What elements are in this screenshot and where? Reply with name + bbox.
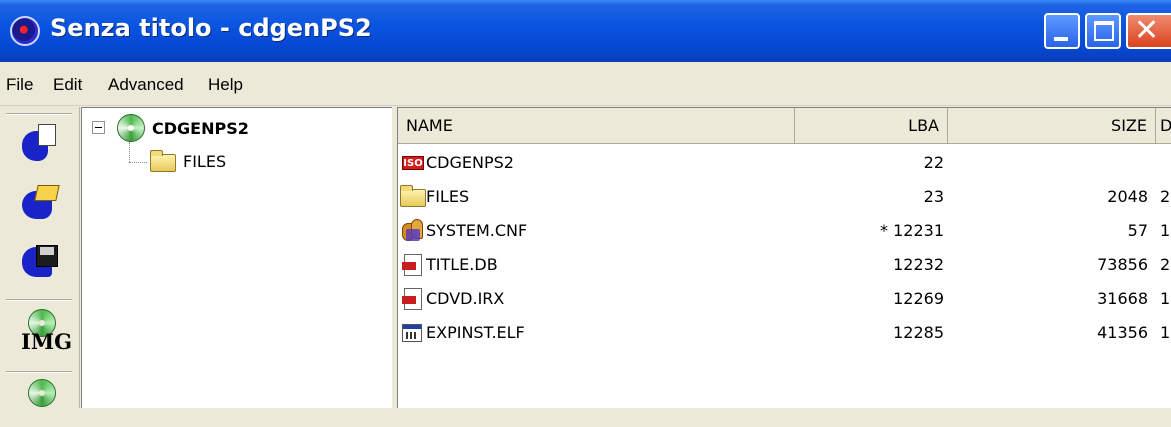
- collapse-toggle-icon[interactable]: [92, 121, 105, 134]
- maximize-button[interactable]: [1085, 13, 1121, 49]
- executable-icon: [402, 324, 422, 342]
- row-size: [948, 146, 1148, 180]
- save-project-button[interactable]: [10, 235, 70, 285]
- config-icon: [402, 219, 424, 243]
- row-name: EXPINST.ELF: [426, 323, 525, 342]
- row-lba: 12269: [893, 289, 944, 308]
- app-cd-icon[interactable]: [10, 16, 40, 46]
- config-icon-part: [406, 229, 420, 241]
- img-label: IMG: [21, 329, 73, 354]
- minimize-button[interactable]: [1044, 13, 1080, 49]
- row-d: 1: [1160, 323, 1171, 342]
- tree-root-label[interactable]: CDGENPS2: [152, 119, 249, 138]
- row-name: CDGENPS2: [426, 153, 514, 172]
- column-header-size[interactable]: SIZE: [948, 108, 1156, 144]
- row-lba: 12232: [893, 255, 944, 274]
- menu-bar: File Edit Advanced Help: [0, 62, 1171, 106]
- close-button[interactable]: ✕: [1126, 13, 1171, 49]
- floppy-label-icon: [40, 247, 54, 255]
- row-size: 2048: [1107, 187, 1148, 206]
- row-lba: 12285: [893, 323, 944, 342]
- menu-advanced[interactable]: Advanced: [108, 75, 184, 95]
- row-name: CDVD.IRX: [426, 289, 505, 308]
- new-project-button[interactable]: [10, 119, 70, 169]
- toolbar-separator: [6, 113, 72, 115]
- row-size: 31668: [1097, 289, 1148, 308]
- row-lba: * 12231: [880, 221, 944, 240]
- burn-cd-icon: [28, 379, 56, 407]
- row-size: 41356: [1097, 323, 1148, 342]
- iso-icon: ISO: [402, 156, 424, 170]
- close-icon: ✕: [1134, 13, 1160, 48]
- row-lba: 22: [923, 153, 944, 172]
- file-icon: [402, 288, 422, 310]
- file-list[interactable]: NAME LBA SIZE D ISO CDGENPS2 22 FILES 23…: [397, 107, 1171, 408]
- minimize-icon: [1054, 37, 1068, 41]
- row-d: 1: [1160, 221, 1171, 240]
- row-d: 2: [1160, 187, 1171, 206]
- menu-file[interactable]: File: [6, 75, 33, 95]
- folder-flap-icon: [34, 185, 60, 201]
- toolbar-separator: [6, 299, 72, 301]
- row-lba: 23: [923, 187, 944, 206]
- menu-help[interactable]: Help: [208, 75, 243, 95]
- row-d: [1160, 146, 1171, 180]
- list-header: NAME LBA SIZE D: [398, 108, 1171, 144]
- window-title: Senza titolo - cdgenPS2: [50, 14, 372, 42]
- title-bar[interactable]: Senza titolo - cdgenPS2 ✕: [0, 0, 1171, 62]
- app-window: Senza titolo - cdgenPS2 ✕ File Edit Adva…: [0, 0, 1171, 408]
- column-header-name[interactable]: NAME: [398, 108, 795, 144]
- folder-icon: [400, 185, 426, 207]
- new-page-icon: [38, 124, 56, 146]
- row-size: 57: [1127, 221, 1148, 240]
- row-size: 73856: [1097, 255, 1148, 274]
- list-row[interactable]: FILES 23 2048 2: [398, 180, 1171, 214]
- file-icon: [402, 254, 422, 276]
- list-row[interactable]: EXPINST.ELF 12285 41356 1: [398, 316, 1171, 350]
- row-name: TITLE.DB: [426, 255, 498, 274]
- list-row[interactable]: ISO CDGENPS2 22: [398, 146, 1171, 180]
- row-name: SYSTEM.CNF: [426, 221, 528, 240]
- row-d: 1: [1160, 289, 1171, 308]
- make-image-button[interactable]: IMG: [10, 307, 73, 357]
- maximize-icon: [1094, 21, 1114, 41]
- tree-connector: [129, 162, 147, 163]
- list-row[interactable]: TITLE.DB 12232 73856 2: [398, 248, 1171, 282]
- vertical-toolbar: IMG: [0, 107, 80, 408]
- toolbar-separator: [6, 371, 72, 373]
- burn-cd-button[interactable]: [10, 377, 70, 427]
- menu-edit[interactable]: Edit: [53, 75, 82, 95]
- cd-disc-icon: [117, 114, 145, 142]
- tree-item-files[interactable]: FILES: [183, 152, 226, 171]
- row-name: FILES: [426, 187, 470, 206]
- column-header-d[interactable]: D: [1156, 108, 1171, 144]
- tree-view[interactable]: CDGENPS2 FILES: [81, 107, 392, 408]
- column-header-lba[interactable]: LBA: [795, 108, 948, 144]
- tree-connector: [129, 142, 130, 162]
- list-row[interactable]: SYSTEM.CNF * 12231 57 1: [398, 214, 1171, 248]
- list-row[interactable]: CDVD.IRX 12269 31668 1: [398, 282, 1171, 316]
- row-d: 2: [1160, 255, 1171, 274]
- folder-icon: [150, 150, 176, 172]
- open-project-button[interactable]: [10, 177, 70, 227]
